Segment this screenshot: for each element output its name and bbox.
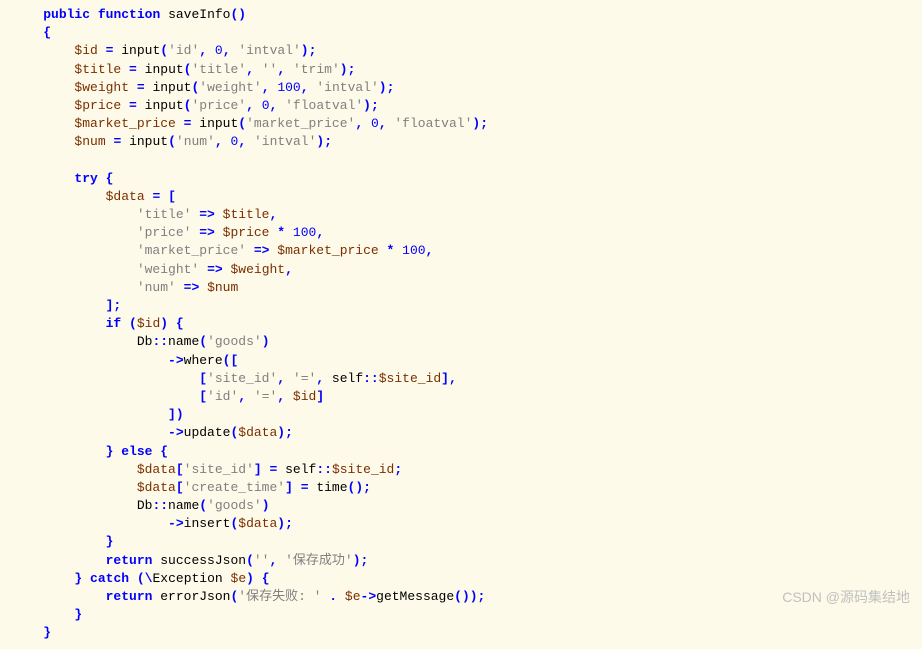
code-line: public function saveInfo(): [12, 6, 910, 24]
code-line: 'title' => $title,: [12, 206, 910, 224]
code-line: Db::name('goods'): [12, 497, 910, 515]
code-line: {: [12, 24, 910, 42]
code-line: $market_price = input('market_price', 0,…: [12, 115, 910, 133]
code-line: ->where([: [12, 352, 910, 370]
code-line: ['id', '=', $id]: [12, 388, 910, 406]
code-line: $id = input('id', 0, 'intval');: [12, 42, 910, 60]
code-line: 'num' => $num: [12, 279, 910, 297]
code-line: $title = input('title', '', 'trim');: [12, 61, 910, 79]
code-line: 'price' => $price * 100,: [12, 224, 910, 242]
code-line: if ($id) {: [12, 315, 910, 333]
watermark: CSDN @源码集结地: [782, 588, 910, 608]
code-line: ['site_id', '=', self::$site_id],: [12, 370, 910, 388]
code-line: 'market_price' => $market_price * 100,: [12, 242, 910, 260]
code-line: } else {: [12, 443, 910, 461]
code-line: ->insert($data);: [12, 515, 910, 533]
code-line: } catch (\Exception $e) {: [12, 570, 910, 588]
code-line: }: [12, 624, 910, 642]
code-line: return errorJson('保存失败: ' . $e->getMessa…: [12, 588, 910, 606]
code-line: $num = input('num', 0, 'intval');: [12, 133, 910, 151]
code-line: $data['site_id'] = self::$site_id;: [12, 461, 910, 479]
code-block: public function saveInfo() { $id = input…: [0, 0, 922, 649]
code-line: ];: [12, 297, 910, 315]
code-line: $price = input('price', 0, 'floatval');: [12, 97, 910, 115]
code-line: 'weight' => $weight,: [12, 261, 910, 279]
code-line: Db::name('goods'): [12, 333, 910, 351]
code-line: }: [12, 606, 910, 624]
code-line: ->update($data);: [12, 424, 910, 442]
code-line: ]): [12, 406, 910, 424]
code-line: try {: [12, 170, 910, 188]
code-line: return successJson('', '保存成功');: [12, 552, 910, 570]
code-line: $data['create_time'] = time();: [12, 479, 910, 497]
code-line: }: [12, 533, 910, 551]
code-line: $data = [: [12, 188, 910, 206]
code-line: [12, 152, 910, 170]
code-line: $weight = input('weight', 100, 'intval')…: [12, 79, 910, 97]
